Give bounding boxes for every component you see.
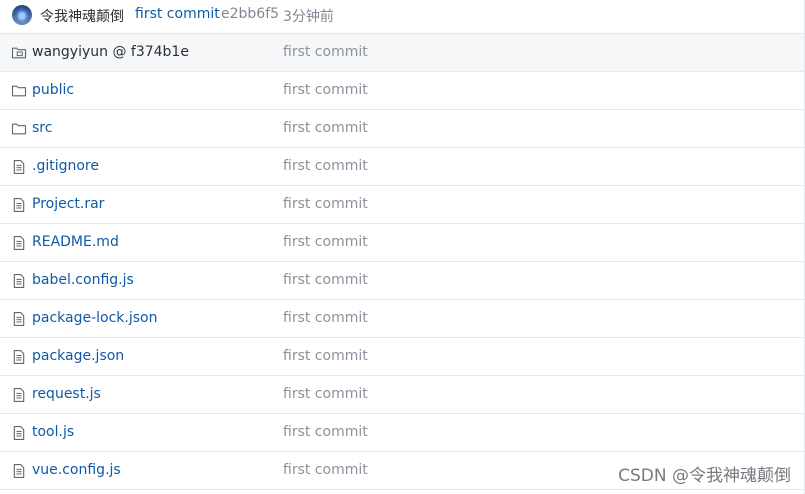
file-commit-message[interactable]: first commit xyxy=(283,234,368,250)
file-name-link[interactable]: Project.rar xyxy=(32,196,104,212)
file-commit-message[interactable]: first commit xyxy=(283,310,368,326)
folder-icon xyxy=(11,121,27,137)
file-commit-message[interactable]: first commit xyxy=(283,44,368,60)
file-icon xyxy=(11,311,27,327)
commit-author[interactable]: 令我神魂颠倒 xyxy=(40,6,124,26)
file-icon xyxy=(11,273,27,289)
file-row[interactable]: wangyiyun @ f374b1e first commit xyxy=(0,34,805,72)
file-name-link[interactable]: public xyxy=(32,82,74,98)
file-name-link[interactable]: README.md xyxy=(32,234,119,250)
file-icon xyxy=(11,197,27,213)
file-commit-message[interactable]: first commit xyxy=(283,272,368,288)
commit-message-link[interactable]: first commit xyxy=(135,6,220,22)
commit-time: 3分钟前 xyxy=(283,9,334,25)
file-row[interactable]: package-lock.json first commit xyxy=(0,300,805,338)
file-commit-message[interactable]: first commit xyxy=(283,386,368,402)
file-name-link[interactable]: package-lock.json xyxy=(32,310,158,326)
file-row[interactable]: .gitignore first commit xyxy=(0,148,805,186)
file-row[interactable]: request.js first commit xyxy=(0,376,805,414)
file-commit-message[interactable]: first commit xyxy=(283,462,368,478)
latest-commit-bar: 令我神魂颠倒 first commit e2bb6f5 3分钟前 xyxy=(0,0,805,34)
file-row[interactable]: babel.config.js first commit xyxy=(0,262,805,300)
file-list: wangyiyun @ f374b1e first commit public fir… xyxy=(0,34,805,490)
file-commit-message[interactable]: first commit xyxy=(283,158,368,174)
watermark: CSDN @令我神魂颠倒 xyxy=(618,466,791,486)
file-commit-message[interactable]: first commit xyxy=(283,348,368,364)
file-name-link[interactable]: request.js xyxy=(32,386,101,402)
author-avatar[interactable] xyxy=(12,5,32,25)
commit-hash[interactable]: e2bb6f5 xyxy=(221,6,279,22)
submodule-icon xyxy=(11,45,27,61)
file-icon xyxy=(11,387,27,403)
file-name-link[interactable]: vue.config.js xyxy=(32,462,121,478)
file-row[interactable]: package.json first commit xyxy=(0,338,805,376)
file-commit-message[interactable]: first commit xyxy=(283,120,368,136)
file-name-link[interactable]: src xyxy=(32,120,52,136)
file-name-link[interactable]: tool.js xyxy=(32,424,74,440)
file-name-link[interactable]: package.json xyxy=(32,348,124,364)
file-name-link[interactable]: babel.config.js xyxy=(32,272,134,288)
folder-icon xyxy=(11,83,27,99)
file-row[interactable]: public first commit xyxy=(0,72,805,110)
file-icon xyxy=(11,425,27,441)
file-icon xyxy=(11,235,27,251)
file-icon xyxy=(11,463,27,479)
file-commit-message[interactable]: first commit xyxy=(283,196,368,212)
file-commit-message[interactable]: first commit xyxy=(283,424,368,440)
file-name-link[interactable]: wangyiyun @ f374b1e xyxy=(32,44,189,60)
file-icon xyxy=(11,349,27,365)
file-commit-message[interactable]: first commit xyxy=(283,82,368,98)
file-icon xyxy=(11,159,27,175)
file-row[interactable]: Project.rar first commit xyxy=(0,186,805,224)
file-row[interactable]: src first commit xyxy=(0,110,805,148)
file-row[interactable]: README.md first commit xyxy=(0,224,805,262)
file-name-link[interactable]: .gitignore xyxy=(32,158,99,174)
file-row[interactable]: tool.js first commit xyxy=(0,414,805,452)
